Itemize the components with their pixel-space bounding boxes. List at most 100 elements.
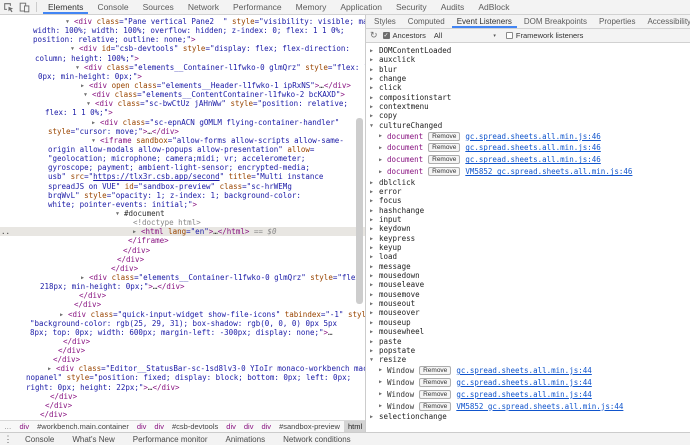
event-listener-row[interactable]: ▶popstate [366, 346, 690, 355]
expand-arrow-icon[interactable]: ▶ [379, 145, 382, 151]
dom-tree-row[interactable]: "background-color: rgb(25, 29, 31); box-… [0, 319, 365, 328]
dom-tree-row[interactable]: </iframe> [0, 236, 365, 245]
source-link[interactable]: gc.spread.sheets.all.min.js:44 [456, 366, 591, 375]
dom-tree-row[interactable]: nopanel" style="position: fixed; display… [0, 373, 365, 382]
event-listener-row[interactable]: ▶dblclick [366, 178, 690, 187]
attribute-link[interactable]: https://tlx3r.csb.app/second [93, 172, 219, 181]
tab-audits[interactable]: Audits [434, 0, 472, 14]
event-listener-row[interactable]: ▼resize [366, 355, 690, 364]
source-link[interactable]: gc.spread.sheets.all.min.js:46 [465, 132, 600, 141]
event-listener-row[interactable]: ▶mouseleave [366, 280, 690, 289]
breadcrumb-item[interactable]: div [16, 421, 34, 432]
event-listener-row[interactable]: ▶mousedown [366, 271, 690, 280]
dom-tree-row[interactable]: ▼<div class="elements__Container-l1fwko-… [0, 63, 365, 72]
event-listener-row[interactable]: ▶mousewheel [366, 327, 690, 336]
expand-arrow-icon[interactable]: ▶ [379, 367, 382, 373]
dom-tree-row[interactable]: ▼<div class="Pane vertical Pane2 " style… [0, 17, 365, 26]
event-listener-row[interactable]: ▶mouseover [366, 308, 690, 317]
drawer-tab-what-s-new[interactable]: What's New [63, 435, 123, 444]
remove-listener-button[interactable]: Remove [428, 167, 460, 176]
remove-listener-button[interactable]: Remove [419, 390, 451, 399]
source-link[interactable]: gc.spread.sheets.all.min.js:46 [465, 143, 600, 152]
event-handler-row[interactable]: ▶documentRemoveVM5852 gc.spread.sheets.a… [366, 166, 690, 178]
dom-tree-row[interactable]: <!doctype html> [0, 218, 365, 227]
sidebar-tab-event-listeners[interactable]: Event Listeners [451, 15, 518, 28]
source-link[interactable]: VM5852 gc.spread.sheets.all.min.js:44 [456, 402, 623, 411]
sidebar-tab-dom-breakpoints[interactable]: DOM Breakpoints [518, 15, 593, 28]
breadcrumb-item[interactable]: div [222, 421, 240, 432]
event-listener-row[interactable]: ▶blur [366, 65, 690, 74]
kebab-menu-icon[interactable]: ⋮ [0, 434, 16, 445]
breadcrumb-item[interactable]: div [133, 421, 151, 432]
dom-tree-row[interactable]: ▶<div class="elements__Container-l1fwko-… [0, 273, 365, 282]
inspect-icon[interactable] [0, 0, 16, 14]
tab-elements[interactable]: Elements [41, 0, 90, 14]
source-link[interactable]: gc.spread.sheets.all.min.js:46 [465, 155, 600, 164]
dom-tree-row[interactable]: column; height: 100%;"> [0, 54, 365, 63]
breadcrumb-item[interactable]: div [240, 421, 258, 432]
dom-tree-row[interactable]: </div> [0, 246, 365, 255]
drawer-tab-performance-monitor[interactable]: Performance monitor [124, 435, 217, 444]
sidebar-tab-computed[interactable]: Computed [402, 15, 451, 28]
dom-tree-row[interactable]: ▶<div class="quick-input-widget show-fil… [0, 310, 365, 319]
tab-memory[interactable]: Memory [289, 0, 334, 14]
dom-tree-row[interactable]: </div> [0, 392, 365, 401]
tab-adblock[interactable]: AdBlock [471, 0, 516, 14]
dom-tree-row[interactable]: </div> [0, 355, 365, 364]
tab-console[interactable]: Console [90, 0, 135, 14]
expand-arrow-icon[interactable]: ▶ [379, 391, 382, 397]
remove-listener-button[interactable]: Remove [419, 402, 451, 411]
event-handler-row[interactable]: ▶WindowRemovegc.spread.sheets.all.min.js… [366, 388, 690, 400]
event-handler-row[interactable]: ▶documentRemovegc.spread.sheets.all.min.… [366, 154, 690, 166]
dom-tree-row[interactable]: ▶<div open class="elements__Header-l1fwk… [0, 81, 365, 90]
breadcrumb-item[interactable]: div [150, 421, 168, 432]
sidebar-tab-accessibility[interactable]: Accessibility [641, 15, 690, 28]
event-listener-row[interactable]: ▶keypress [366, 234, 690, 243]
event-listener-row[interactable]: ▶hashchange [366, 206, 690, 215]
breadcrumb-item[interactable]: #workbench.main.container [33, 421, 133, 432]
event-listener-row[interactable]: ▶change [366, 74, 690, 83]
event-handler-row[interactable]: ▶WindowRemoveVM5852 gc.spread.sheets.all… [366, 400, 690, 412]
source-link[interactable]: gc.spread.sheets.all.min.js:44 [456, 390, 591, 399]
refresh-icon[interactable]: ↻ [370, 31, 378, 40]
drawer-tab-console[interactable]: Console [16, 435, 63, 444]
event-listener-row[interactable]: ▶selectionchange [366, 412, 690, 421]
dom-tree-row[interactable]: </div> [0, 401, 365, 410]
event-listener-row[interactable]: ▶copy [366, 111, 690, 120]
dom-tree-row[interactable]: ▼<iframe sandbox="allow-forms allow-scri… [0, 136, 365, 145]
dom-tree-row[interactable]: 218px; min-height: 0px;">…</div> [0, 282, 365, 291]
event-handler-row[interactable]: ▶WindowRemovegc.spread.sheets.all.min.js… [366, 365, 690, 377]
event-listener-row[interactable]: ▶focus [366, 196, 690, 205]
device-toolbar-icon[interactable] [16, 0, 32, 14]
remove-listener-button[interactable]: Remove [419, 366, 451, 375]
dom-tree-row[interactable]: ▶<div class="sc-epnACN gOMLM flying-cont… [0, 118, 365, 127]
dom-tree-row[interactable]: ▶<div class="Editor__StatusBar-sc-1sd8lv… [0, 364, 365, 373]
expand-arrow-icon[interactable]: ▶ [370, 413, 373, 422]
dom-tree-row[interactable]: ▼<div class="sc-bwCtUz jAHnWw" style="po… [0, 99, 365, 108]
dom-tree-row[interactable]: </div> [0, 346, 365, 355]
event-listener-row[interactable]: ▶keyup [366, 243, 690, 252]
dom-tree-row[interactable]: </div> [0, 264, 365, 273]
dom-tree-row[interactable]: </div> [0, 300, 365, 309]
tab-security[interactable]: Security [389, 0, 434, 14]
breadcrumb-item[interactable]: #sandbox-preview [275, 421, 344, 432]
dom-tree-row[interactable]: 0px; min-height: 0px;"> [0, 72, 365, 81]
sidebar-tab-styles[interactable]: Styles [368, 15, 402, 28]
event-listener-row[interactable]: ▶click [366, 83, 690, 92]
dom-tree-row[interactable]: 8px; top: 0px; width: 600px; margin-left… [0, 328, 365, 337]
sidebar-tab-properties[interactable]: Properties [593, 15, 641, 28]
drawer-tab-animations[interactable]: Animations [217, 435, 275, 444]
dom-tree-row-selected[interactable]: ..▶<html lang="en">…</html> == $0 [0, 227, 365, 236]
event-listener-row[interactable]: ▶compositionstart [366, 93, 690, 102]
dom-tree-row[interactable]: brqWvL" style="opacity: 1; z-index: 1; b… [0, 191, 365, 200]
dom-tree-row[interactable]: "geolocation; microphone; camera;midi; v… [0, 154, 365, 163]
dom-tree-row[interactable]: origin allow-modals allow-popups allow-p… [0, 145, 365, 154]
listener-filter-dropdown[interactable]: All ▾ [434, 31, 496, 40]
event-listener-row[interactable]: ▶mouseup [366, 318, 690, 327]
expand-arrow-icon[interactable]: ▶ [379, 133, 382, 139]
event-handler-row[interactable]: ▶documentRemovegc.spread.sheets.all.min.… [366, 130, 690, 142]
tab-sources[interactable]: Sources [136, 0, 181, 14]
dom-tree-row[interactable]: </div> [0, 410, 365, 419]
event-handler-row[interactable]: ▶WindowRemovegc.spread.sheets.all.min.js… [366, 376, 690, 388]
dom-tree-row[interactable]: white; pointer-events: initial;"> [0, 200, 365, 209]
